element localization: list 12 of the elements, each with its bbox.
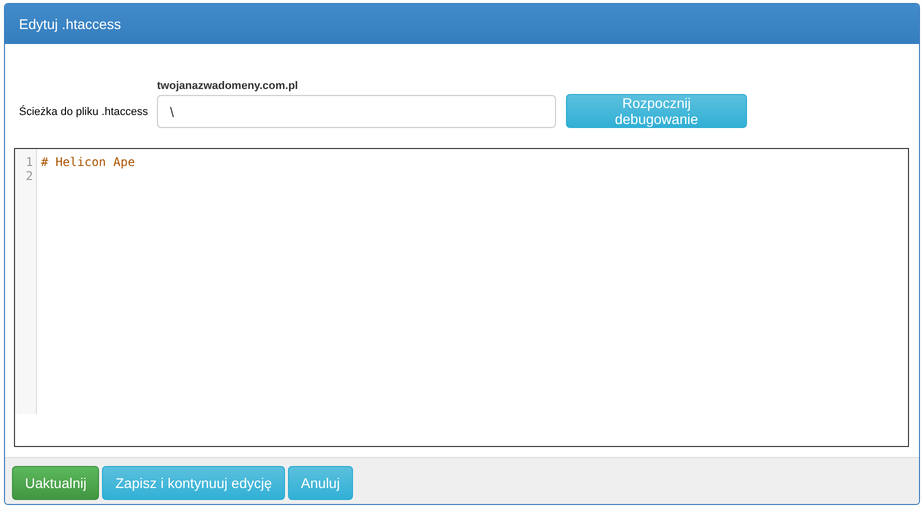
footer-button[interactable]: Anuluj — [288, 466, 353, 500]
footer-button[interactable]: Uaktualnij — [12, 466, 100, 500]
line-number: 1 — [26, 155, 33, 169]
code-editor[interactable]: 1 2 # Helicon Ape — [14, 148, 909, 447]
line-number: 2 — [26, 169, 33, 183]
footer-button[interactable]: Zapisz i kontynuuj edycję — [102, 466, 285, 500]
domain-label: twojanazwadomeny.com.pl — [157, 80, 299, 92]
debug-button[interactable]: Rozpocznij debugowanie — [566, 94, 747, 128]
path-field[interactable]: \ — [157, 95, 556, 128]
window-title: Edytuj .htaccess — [19, 16, 121, 32]
code-line: # Helicon Ape — [41, 155, 135, 169]
field-label: Ścieżka do pliku .htaccess — [18, 106, 150, 120]
